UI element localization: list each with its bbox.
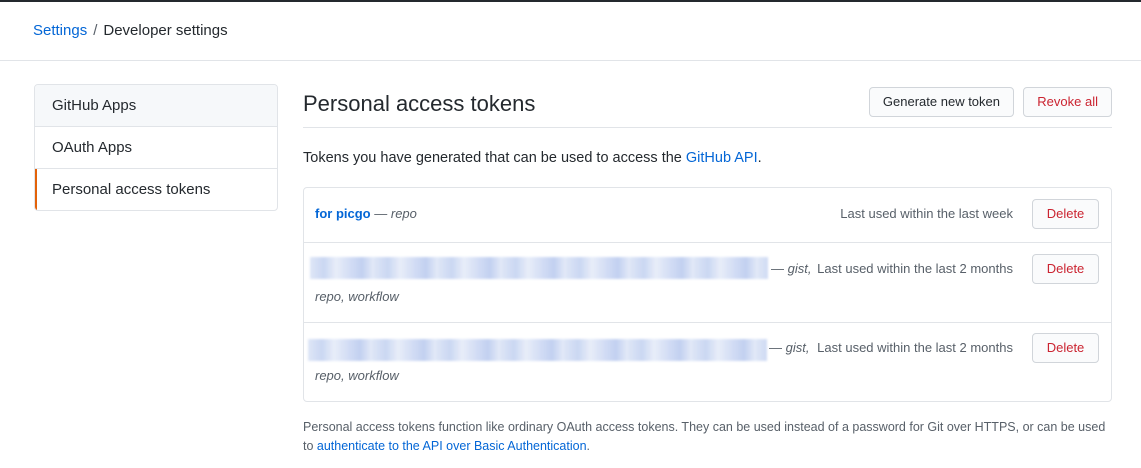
basic-auth-link[interactable]: authenticate to the API over Basic Authe…: [317, 439, 587, 453]
token-row: for picgo — repo Last used within the la…: [304, 188, 1111, 243]
sidebar-item-github-apps[interactable]: GitHub Apps: [35, 85, 277, 127]
main-content: Personal access tokens Generate new toke…: [303, 84, 1112, 402]
footer-end: .: [586, 439, 591, 453]
token-row: — gist, Last used within the last 2 mont…: [304, 243, 1111, 323]
token-scope-inline: — gist,: [771, 261, 811, 276]
redacted-token-name: [308, 339, 767, 361]
token-scopes-continued: repo, workflow: [315, 289, 399, 304]
token-list: for picgo — repo Last used within the la…: [303, 187, 1112, 402]
delete-token-button[interactable]: Delete: [1032, 199, 1099, 229]
page-header: Personal access tokens Generate new toke…: [303, 84, 1112, 128]
github-api-link[interactable]: GitHub API: [686, 150, 758, 166]
sidebar-item-personal-access-tokens[interactable]: Personal access tokens: [35, 169, 277, 210]
token-name-line: for picgo — repo: [315, 206, 417, 221]
token-last-used: Last used within the last week: [840, 206, 1013, 221]
token-last-used: Last used within the last 2 months: [817, 261, 1013, 276]
delete-token-button[interactable]: Delete: [1032, 333, 1099, 363]
breadcrumb-separator: /: [93, 22, 98, 39]
token-dash: —: [771, 261, 784, 276]
page-title: Personal access tokens: [303, 91, 536, 116]
token-scopes: gist,: [787, 261, 812, 276]
breadcrumb-current: Developer settings: [103, 22, 228, 39]
token-name-link[interactable]: for picgo: [315, 206, 371, 221]
tokens-description: Tokens you have generated that can be us…: [303, 150, 762, 166]
token-scopes: gist,: [785, 340, 810, 355]
token-scopes-continued: repo, workflow: [315, 368, 399, 383]
description-text: Tokens you have generated that can be us…: [303, 150, 686, 166]
redacted-token-name: [310, 257, 768, 279]
token-scopes: repo: [390, 206, 417, 221]
delete-token-button[interactable]: Delete: [1032, 254, 1099, 284]
tokens-footer-note: Personal access tokens function like ord…: [303, 418, 1113, 456]
token-dash: —: [374, 206, 388, 221]
description-end: .: [757, 150, 762, 166]
generate-new-token-button[interactable]: Generate new token: [868, 87, 1014, 117]
sidebar-item-oauth-apps[interactable]: OAuth Apps: [35, 127, 277, 169]
breadcrumb-bar: Settings / Developer settings: [0, 2, 1141, 61]
token-scope-inline: — gist,: [769, 340, 809, 355]
sidebar-menu: GitHub Apps OAuth Apps Personal access t…: [34, 84, 278, 211]
token-last-used: Last used within the last 2 months: [817, 340, 1013, 355]
breadcrumb-settings-link[interactable]: Settings: [33, 22, 87, 39]
breadcrumb: Settings / Developer settings: [33, 22, 228, 39]
token-dash: —: [769, 340, 782, 355]
token-row: — gist, Last used within the last 2 mont…: [304, 323, 1111, 401]
revoke-all-button[interactable]: Revoke all: [1023, 87, 1112, 117]
